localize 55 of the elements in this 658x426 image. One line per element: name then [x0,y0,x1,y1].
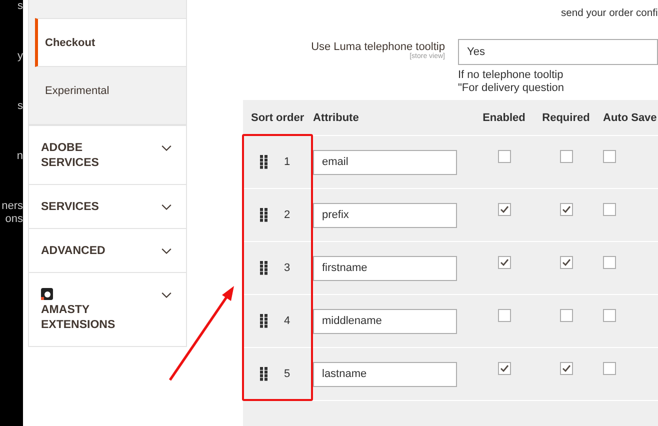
checkbox[interactable] [560,203,572,216]
drag-handle-icon[interactable] [260,314,268,328]
section-title: ADOBE SERVICES [41,141,100,171]
checkbox[interactable] [498,150,510,163]
column-header: Auto Save [602,112,658,124]
admin-menu-label[interactable]: n [0,150,23,200]
drag-handle-icon[interactable] [260,367,268,381]
checkbox[interactable] [498,256,510,269]
attribute-field[interactable]: lastname [313,362,457,386]
drag-handle-icon[interactable] [260,208,268,222]
attribute-field[interactable]: prefix [313,202,457,228]
field-note: send your order confi [561,8,658,19]
checkbox[interactable] [603,256,616,269]
column-header: Attribute [313,112,360,124]
checkbox[interactable] [603,203,616,216]
column-header: Enabled [482,112,526,124]
checkbox[interactable] [603,150,616,163]
admin-menu-label[interactable]: s [0,100,23,150]
checkbox[interactable] [603,309,616,322]
admin-menu-label[interactable]: ners ons [0,200,23,250]
attribute-field[interactable]: email [313,150,457,174]
drag-handle-icon[interactable] [260,261,268,275]
column-header: Sort order [250,112,306,124]
section-title: AMASTY EXTENSIONS [41,303,116,333]
sort-order-number: 5 [284,368,290,380]
section-title: ADVANCED [41,244,106,259]
checkbox[interactable] [498,203,510,216]
sort-order-number: 3 [284,262,290,274]
config-section[interactable]: ADVANCED [28,228,186,272]
admin-menu-label[interactable]: s [0,0,23,50]
checkbox[interactable] [560,309,572,322]
logo-icon [41,288,53,300]
select-field[interactable]: Yes [458,39,658,65]
attribute-field[interactable]: middlename [313,308,457,334]
drag-handle-icon[interactable] [260,155,268,169]
field-label: Use Luma telephone tooltip [311,41,445,53]
sort-order-number: 4 [284,315,290,327]
sort-order-number: 1 [284,156,290,168]
config-section[interactable]: AMASTY EXTENSIONS [28,272,186,346]
section-title: SERVICES [41,200,100,215]
checkbox[interactable] [560,150,572,163]
checkbox[interactable] [498,309,510,322]
field-note: If no telephone tooltip "For delivery question [458,69,566,95]
config-section[interactable]: SERVICES [28,184,186,228]
config-section[interactable]: ADOBE SERVICES [28,125,186,184]
admin-menu-label[interactable]: y [0,50,23,100]
attribute-field[interactable]: firstname [313,256,457,280]
checkbox[interactable] [560,362,572,375]
submenu-item[interactable]: Experimental [35,67,186,114]
submenu-item[interactable]: Checkout [35,18,186,67]
checkbox[interactable] [603,362,616,375]
sort-order-number: 2 [284,209,290,221]
checkbox[interactable] [498,362,510,375]
column-header: Required [541,112,591,124]
checkbox[interactable] [560,256,572,269]
